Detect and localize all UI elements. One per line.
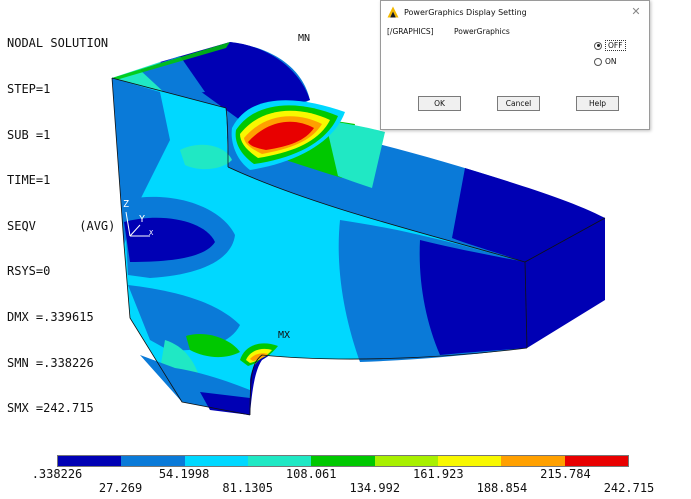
- triad-z-label: Z: [123, 199, 130, 210]
- cancel-button[interactable]: Cancel: [497, 96, 540, 111]
- colorbar-tick-label: 215.784: [540, 467, 591, 481]
- colorbar-segment: [437, 456, 502, 466]
- legend-header: NODAL SOLUTION: [7, 36, 109, 51]
- dialog-titlebar[interactable]: PowerGraphics Display Setting ✕: [381, 1, 649, 23]
- colorbar-segment: [184, 456, 248, 466]
- mx-label: MX: [278, 330, 291, 341]
- colorbar-tick-label: 188.854: [476, 481, 528, 495]
- powergraphics-dialog[interactable]: PowerGraphics Display Setting ✕ [/GRAPHI…: [380, 0, 650, 130]
- contour-colorbar: [57, 455, 629, 467]
- solution-legend: NODAL SOLUTION STEP=1 SUB =1 TIME=1 SEQV…: [7, 6, 115, 432]
- colorbar-segment: [58, 456, 122, 466]
- colorbar-tick-label: 27.269: [98, 481, 143, 495]
- ok-button[interactable]: OK: [418, 96, 461, 111]
- colorbar-segment: [311, 456, 375, 466]
- colorbar-tick-label: 161.923: [413, 467, 464, 481]
- colorbar-tick-label: .338226: [31, 467, 83, 481]
- colorbar-segment: [501, 456, 565, 466]
- triad-y-label: Y: [139, 214, 146, 225]
- legend-line-smn: SMN =.338226: [7, 355, 94, 370]
- legend-line-rsys: RSYS=0: [7, 264, 51, 279]
- ansys-logo-icon: [387, 6, 399, 18]
- radio-off-indicator[interactable]: [594, 41, 602, 50]
- colorbar-tick-label: 81.1305: [222, 481, 273, 495]
- legend-line-step: STEP=1: [7, 82, 51, 96]
- radio-off[interactable]: OFF: [594, 40, 626, 51]
- radio-on[interactable]: ON: [594, 57, 617, 66]
- close-icon[interactable]: ✕: [629, 4, 643, 18]
- colorbar-segment: [374, 456, 438, 466]
- colorbar-segment: [247, 456, 312, 466]
- legend-line-seqv: SEQV (AVG): [7, 218, 116, 233]
- colorbar-segment: [564, 456, 628, 466]
- colorbar-tick-label: 242.715: [603, 481, 655, 495]
- legend-line-sub: SUB =1: [7, 127, 51, 142]
- colorbar-tick-label: 54.1998: [158, 467, 210, 481]
- graphics-command-tag: [/GRAPHICS]: [387, 27, 434, 36]
- dialog-title: PowerGraphics Display Setting: [404, 7, 527, 17]
- legend-line-dmx: DMX =.339615: [7, 309, 94, 324]
- powergraphics-field-label: PowerGraphics: [454, 27, 510, 36]
- radio-on-indicator[interactable]: [594, 57, 602, 66]
- legend-line-smx: SMX =242.715: [7, 401, 94, 416]
- radio-on-label: ON: [605, 57, 617, 66]
- legend-line-time: TIME=1: [7, 173, 51, 188]
- help-button[interactable]: Help: [576, 96, 619, 111]
- colorbar-tick-label: 108.061: [285, 467, 337, 481]
- colorbar-tick-label: 134.992: [349, 481, 401, 495]
- radio-off-label: OFF: [605, 40, 626, 51]
- colorbar-segment: [121, 456, 185, 466]
- triad-x-label: X: [149, 229, 154, 237]
- mn-label: MN: [298, 33, 311, 44]
